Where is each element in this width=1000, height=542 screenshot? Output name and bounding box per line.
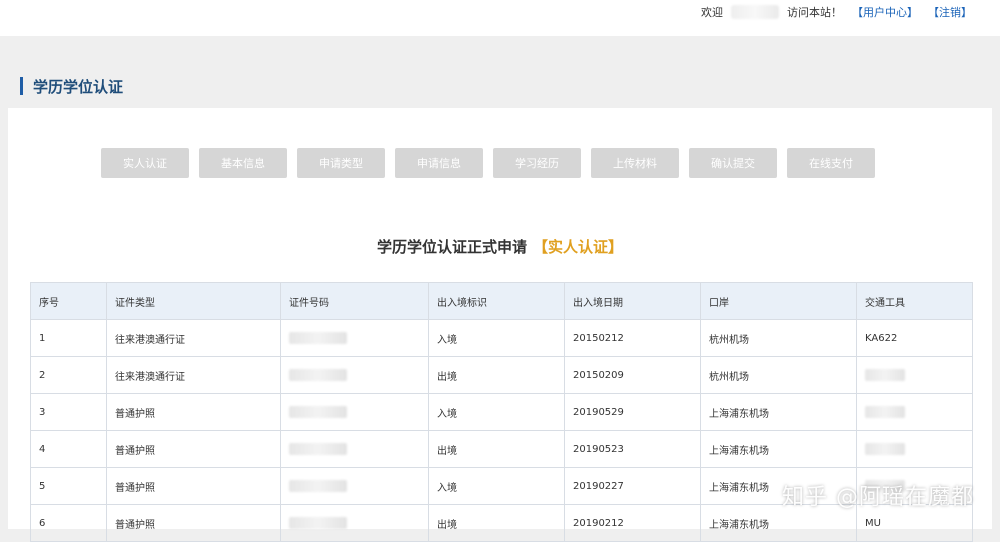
cell-doc-no bbox=[280, 504, 429, 542]
welcome-suffix: 访问本站！ bbox=[787, 6, 842, 19]
cell-no: 5 bbox=[30, 467, 107, 505]
masked-vehicle bbox=[865, 443, 905, 455]
cell-no: 2 bbox=[30, 356, 107, 394]
table-row: 1 往来港澳通行证 入境 20150212 杭州机场 KA622 bbox=[30, 319, 973, 357]
section-header: 学历学位认证 bbox=[20, 76, 123, 96]
cell-flag: 入境 bbox=[428, 319, 565, 357]
col-header-entry-exit-flag: 出入境标识 bbox=[428, 282, 565, 320]
cell-flag: 入境 bbox=[428, 393, 565, 431]
cell-port: 杭州机场 bbox=[700, 319, 857, 357]
logout-link[interactable]: 【注销】 bbox=[928, 4, 972, 20]
cell-no: 3 bbox=[30, 393, 107, 431]
cell-no: 4 bbox=[30, 430, 107, 468]
masked-doc-number bbox=[289, 369, 347, 381]
masked-username bbox=[731, 5, 779, 19]
step-online-payment[interactable]: 在线支付 bbox=[787, 148, 875, 178]
masked-doc-number bbox=[289, 406, 347, 418]
cell-port: 上海浦东机场 bbox=[700, 430, 857, 468]
step-upload-materials[interactable]: 上传材料 bbox=[591, 148, 679, 178]
application-heading: 学历学位认证正式申请 【实人认证】 bbox=[0, 236, 1000, 257]
step-real-person-auth[interactable]: 实人认证 bbox=[101, 148, 189, 178]
cell-vehicle: KA622 bbox=[856, 319, 973, 357]
cell-flag: 出境 bbox=[428, 430, 565, 468]
masked-doc-number bbox=[289, 517, 347, 529]
col-header-port: 口岸 bbox=[700, 282, 857, 320]
title-accent-bar bbox=[20, 77, 23, 95]
step-application-info[interactable]: 申请信息 bbox=[395, 148, 483, 178]
masked-vehicle bbox=[865, 369, 905, 381]
cell-port: 上海浦东机场 bbox=[700, 393, 857, 431]
cell-doc-no bbox=[280, 356, 429, 394]
welcome-text: 欢迎 bbox=[701, 6, 723, 19]
step-confirm-submit[interactable]: 确认提交 bbox=[689, 148, 777, 178]
masked-doc-number bbox=[289, 480, 347, 492]
cell-date: 20190227 bbox=[564, 467, 701, 505]
cell-flag: 出境 bbox=[428, 504, 565, 542]
col-header-date: 出入境日期 bbox=[564, 282, 701, 320]
user-center-link[interactable]: 【用户中心】 bbox=[852, 4, 918, 20]
step-application-type[interactable]: 申请类型 bbox=[297, 148, 385, 178]
current-step-tag: 【实人认证】 bbox=[533, 238, 624, 256]
table-row: 2 往来港澳通行证 出境 20150209 杭州机场 bbox=[30, 356, 973, 394]
cell-date: 20190529 bbox=[564, 393, 701, 431]
masked-doc-number bbox=[289, 332, 347, 344]
cell-doc-no bbox=[280, 319, 429, 357]
user-greeting: 欢迎 访问本站！ 【用户中心】 【注销】 bbox=[701, 4, 972, 20]
cell-vehicle bbox=[856, 430, 973, 468]
col-header-doc-type: 证件类型 bbox=[106, 282, 281, 320]
masked-doc-number bbox=[289, 443, 347, 455]
application-title: 学历学位认证正式申请 bbox=[376, 238, 527, 256]
cell-doc-no bbox=[280, 393, 429, 431]
cell-doc-type: 往来港澳通行证 bbox=[106, 356, 281, 394]
col-header-vehicle: 交通工具 bbox=[856, 282, 973, 320]
cell-vehicle bbox=[856, 356, 973, 394]
cell-doc-type: 普通护照 bbox=[106, 504, 281, 542]
top-bar: 欢迎 访问本站！ 【用户中心】 【注销】 bbox=[0, 0, 1000, 36]
cell-doc-type: 普通护照 bbox=[106, 467, 281, 505]
col-header-no: 序号 bbox=[30, 282, 107, 320]
cell-doc-type: 普通护照 bbox=[106, 393, 281, 431]
cell-flag: 出境 bbox=[428, 356, 565, 394]
cell-date: 20190523 bbox=[564, 430, 701, 468]
cell-no: 1 bbox=[30, 319, 107, 357]
step-basic-info[interactable]: 基本信息 bbox=[199, 148, 287, 178]
cell-port: 杭州机场 bbox=[700, 356, 857, 394]
step-navigation: 实人认证 基本信息 申请类型 申请信息 学习经历 上传材料 确认提交 在线支付 bbox=[101, 148, 875, 178]
cell-doc-no bbox=[280, 467, 429, 505]
cell-doc-no bbox=[280, 430, 429, 468]
cell-date: 20190212 bbox=[564, 504, 701, 542]
table-row: 4 普通护照 出境 20190523 上海浦东机场 bbox=[30, 430, 973, 468]
cell-date: 20150209 bbox=[564, 356, 701, 394]
cell-no: 6 bbox=[30, 504, 107, 542]
cell-flag: 入境 bbox=[428, 467, 565, 505]
table-header-row: 序号 证件类型 证件号码 出入境标识 出入境日期 口岸 交通工具 bbox=[30, 282, 973, 320]
watermark-text: 知乎 @阿瑶在魔都 bbox=[782, 485, 974, 510]
step-study-history[interactable]: 学习经历 bbox=[493, 148, 581, 178]
section-title: 学历学位认证 bbox=[33, 77, 124, 96]
cell-vehicle bbox=[856, 393, 973, 431]
cell-date: 20150212 bbox=[564, 319, 701, 357]
col-header-doc-no: 证件号码 bbox=[280, 282, 429, 320]
cell-doc-type: 普通护照 bbox=[106, 430, 281, 468]
cell-doc-type: 往来港澳通行证 bbox=[106, 319, 281, 357]
table-row: 3 普通护照 入境 20190529 上海浦东机场 bbox=[30, 393, 973, 431]
masked-vehicle bbox=[865, 406, 905, 418]
